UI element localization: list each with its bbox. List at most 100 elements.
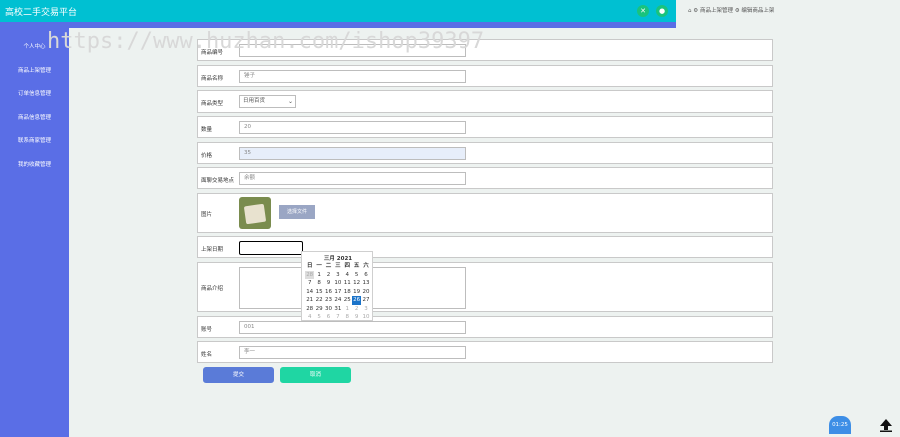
calendar-day[interactable]: 6: [324, 313, 333, 322]
submit-button[interactable]: 提交: [203, 367, 274, 383]
calendar-day[interactable]: 3: [333, 271, 342, 280]
code-label: 商品编号: [201, 50, 224, 56]
calendar-day[interactable]: 17: [333, 288, 342, 297]
calendar-day[interactable]: 16: [324, 288, 333, 297]
category-select[interactable]: 日用百货 ⌄: [239, 95, 296, 108]
chevron-down-icon: ⌄: [287, 98, 293, 105]
calendar-day[interactable]: 9: [324, 279, 333, 288]
calendar-day[interactable]: 14: [305, 288, 314, 297]
calendar-weekday: 日: [306, 263, 313, 269]
gear-icon: ⚙: [693, 8, 699, 14]
calendar-day[interactable]: 10: [361, 313, 370, 322]
calendar-day[interactable]: 11: [343, 279, 352, 288]
calendar-day[interactable]: 25: [343, 296, 352, 305]
calendar-day[interactable]: 2: [324, 271, 333, 280]
calendar-day[interactable]: 13: [361, 279, 370, 288]
location-field[interactable]: 余额: [239, 172, 466, 185]
calendar-day[interactable]: 5: [352, 271, 361, 280]
calendar-day[interactable]: 20: [361, 288, 370, 297]
user-icon[interactable]: ●: [656, 5, 668, 17]
calendar-day[interactable]: 26: [351, 296, 362, 305]
calendar-day[interactable]: 6: [361, 271, 370, 280]
calendar-day[interactable]: 7: [305, 279, 314, 288]
form-row-date: 上架日期: [197, 236, 773, 258]
date-picker: 三月 2021 日一二三四五六 28 1 2 3 4 5 6 7 8 9 10 11 12 13 14 15 16…: [301, 251, 373, 321]
price-label: 价格: [201, 153, 213, 159]
form-row-location: 面聊交易地点 余额: [197, 167, 773, 189]
gear-icon: ⚙: [734, 8, 740, 14]
calendar-day[interactable]: 22: [314, 296, 323, 305]
calendar-day[interactable]: 7: [333, 313, 342, 322]
form-row-price: 价格 35: [197, 142, 773, 164]
calendar-day[interactable]: 8: [314, 279, 323, 288]
sidebar-item-orders[interactable]: 订单信息管理: [0, 89, 69, 97]
name2-field[interactable]: 李一: [239, 346, 466, 359]
price-field[interactable]: 35: [239, 147, 466, 160]
account-field[interactable]: 001: [239, 321, 466, 334]
cancel-button[interactable]: 取消: [280, 367, 351, 383]
sidebar-item-favorites[interactable]: 我的收藏管理: [0, 160, 69, 168]
form-row-account: 账号 001: [197, 316, 773, 338]
calendar-day[interactable]: 27: [361, 296, 370, 305]
breadcrumb: ⌂ ⚙ 商品上架管理 ⚙ 编辑商品上架: [688, 6, 774, 14]
image-label: 图片: [201, 212, 213, 218]
form-row-intro: 商品介绍: [197, 262, 773, 312]
calendar-day[interactable]: 12: [352, 279, 361, 288]
sidebar-item-personal-center[interactable]: 个人中心: [0, 42, 69, 50]
code-field[interactable]: [239, 44, 466, 57]
calendar-day[interactable]: 1: [314, 271, 323, 280]
calendar-day[interactable]: 10: [333, 279, 342, 288]
category-selected-value: 日用百货: [243, 98, 266, 104]
sidebar: 个人中心 商品上架管理 订单信息管理 商品信息管理 联系商家管理 我的收藏管理: [0, 28, 69, 437]
calendar-weekday: 五: [353, 263, 360, 269]
choose-file-button[interactable]: 选择文件: [279, 205, 315, 219]
name-label: 商品名称: [201, 76, 224, 82]
calendar-weekday: 二: [325, 263, 332, 269]
date-label: 上架日期: [201, 247, 224, 253]
name2-label: 姓名: [201, 352, 213, 358]
category-label: 商品类型: [201, 101, 224, 107]
form-row-image: 图片 选择文件: [197, 193, 773, 233]
form-row-quantity: 数量 20: [197, 116, 773, 138]
calendar-day[interactable]: 3: [361, 305, 370, 314]
calendar-day[interactable]: 5: [314, 313, 323, 322]
calendar-day[interactable]: 23: [324, 296, 333, 305]
listing-date-field[interactable]: [239, 241, 303, 255]
calendar-day[interactable]: 24: [333, 296, 342, 305]
calendar-day[interactable]: 31: [333, 305, 342, 314]
sidebar-item-product-info[interactable]: 商品信息管理: [0, 113, 69, 121]
back-to-top-icon[interactable]: [879, 418, 893, 432]
calendar-weekday: 三: [335, 263, 341, 269]
top-bar: 高校二手交易平台 ✕ ●: [0, 0, 676, 28]
timer-badge[interactable]: 01:25: [829, 416, 851, 434]
calendar-day[interactable]: 4: [343, 271, 352, 280]
sidebar-item-product-listing[interactable]: 商品上架管理: [0, 66, 69, 74]
product-name-field[interactable]: 锤子: [239, 70, 466, 83]
calendar-day[interactable]: 29: [314, 305, 323, 314]
form-row-name: 商品名称 锤子: [197, 65, 773, 87]
calendar-day[interactable]: 21: [305, 296, 314, 305]
quantity-field[interactable]: 20: [239, 121, 466, 134]
calendar-day[interactable]: 30: [324, 305, 333, 314]
calendar-weekday: 六: [363, 263, 369, 269]
sidebar-item-contact-seller[interactable]: 联系商家管理: [0, 136, 69, 144]
calendar-day[interactable]: 18: [343, 288, 352, 297]
form-row-name2: 姓名 李一: [197, 341, 773, 363]
quantity-label: 数量: [201, 127, 213, 133]
breadcrumb-item[interactable]: 商品上架管理: [700, 8, 733, 14]
app-title: 高校二手交易平台: [5, 8, 78, 18]
calendar-day[interactable]: 15: [314, 288, 323, 297]
top-accent-line: [0, 22, 676, 28]
calendar-day[interactable]: 9: [352, 313, 361, 322]
calendar-day[interactable]: 28: [305, 305, 314, 314]
product-image: [239, 197, 271, 229]
calendar-day[interactable]: 1: [343, 305, 352, 314]
calendar-day[interactable]: 8: [343, 313, 352, 322]
calendar-day[interactable]: 2: [352, 305, 361, 314]
form-row-code: 商品编号: [197, 39, 773, 61]
home-icon[interactable]: ⌂: [688, 8, 692, 14]
fullscreen-icon[interactable]: ✕: [637, 5, 649, 17]
calendar-day[interactable]: 28: [305, 270, 315, 279]
calendar-day[interactable]: 4: [305, 313, 314, 322]
calendar-day[interactable]: 19: [352, 288, 361, 297]
